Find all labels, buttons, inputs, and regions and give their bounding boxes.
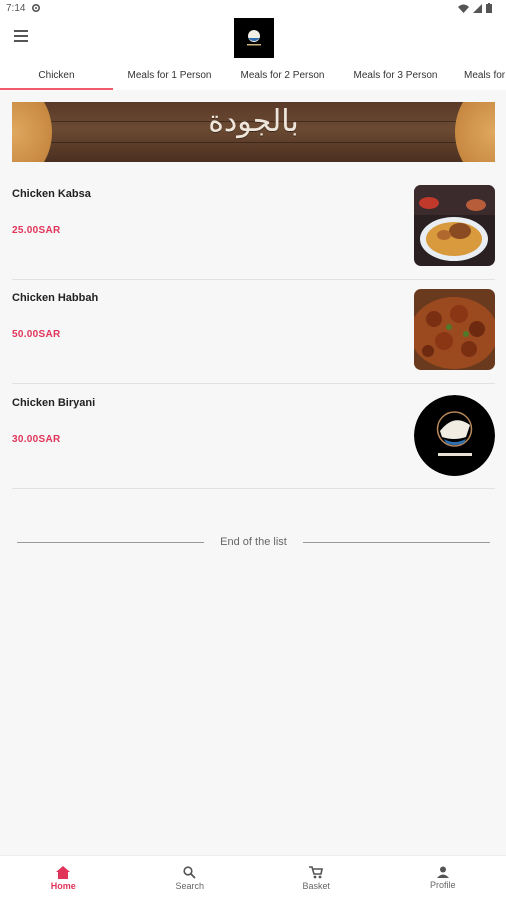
logo-emblem-icon — [247, 30, 261, 46]
item-image-habbah — [414, 289, 495, 370]
tab-chicken[interactable]: Chicken — [0, 60, 113, 90]
category-tabs: Chicken Meals for 1 Person Meals for 2 P… — [0, 60, 506, 90]
promo-banner: بالجودة — [12, 102, 495, 162]
menu-item[interactable]: Chicken Biryani 30.00SAR — [12, 384, 495, 489]
item-name: Chicken Kabsa — [12, 188, 91, 200]
divider-left — [17, 541, 205, 543]
battery-icon — [486, 3, 492, 13]
status-time: 7:14 — [6, 2, 26, 14]
settings-icon — [32, 3, 41, 13]
end-of-list: End of the list — [17, 534, 490, 550]
cart-icon — [309, 865, 324, 878]
person-icon — [436, 866, 449, 878]
nav-profile-label: Profile — [429, 880, 456, 890]
nav-home-label: Home — [50, 880, 76, 891]
nav-basket-label: Basket — [302, 880, 330, 891]
item-name: Chicken Biryani — [12, 397, 96, 409]
menu-icon[interactable] — [14, 30, 32, 44]
restaurant-logo — [234, 18, 274, 58]
bottom-navigation: Home Search Basket Profile — [0, 855, 506, 900]
home-icon — [56, 865, 71, 879]
tab-meals-1-person[interactable]: Meals for 1 Person — [113, 60, 226, 90]
item-image-kabsa — [414, 185, 495, 266]
item-name: Chicken Habbah — [12, 292, 99, 304]
nav-home[interactable]: Home — [0, 856, 127, 900]
item-price: 50.00SAR — [12, 329, 61, 340]
nav-search[interactable]: Search — [127, 856, 254, 900]
divider-right — [302, 541, 490, 543]
banner-text: بالجودة — [208, 104, 299, 139]
signal-icon — [473, 3, 482, 13]
tab-meals-more[interactable]: Meals for — [452, 60, 506, 90]
item-price: 25.00SAR — [12, 225, 61, 236]
item-image-logo — [414, 395, 495, 476]
menu-item[interactable]: Chicken Habbah 50.00SAR — [12, 279, 495, 384]
nav-search-label: Search — [175, 880, 205, 891]
status-bar: 7:14 — [0, 0, 506, 16]
wifi-icon — [458, 4, 469, 13]
tab-meals-2-person[interactable]: Meals for 2 Person — [226, 60, 339, 90]
tab-meals-3-person[interactable]: Meals for 3 Person — [339, 60, 452, 90]
search-icon — [183, 865, 196, 879]
nav-profile[interactable]: Profile — [380, 856, 506, 900]
nav-basket[interactable]: Basket — [253, 856, 380, 900]
menu-item[interactable]: Chicken Kabsa 25.00SAR — [12, 175, 495, 280]
item-price: 30.00SAR — [12, 434, 61, 445]
app-bar — [0, 16, 506, 60]
end-of-list-label: End of the list — [220, 536, 287, 548]
